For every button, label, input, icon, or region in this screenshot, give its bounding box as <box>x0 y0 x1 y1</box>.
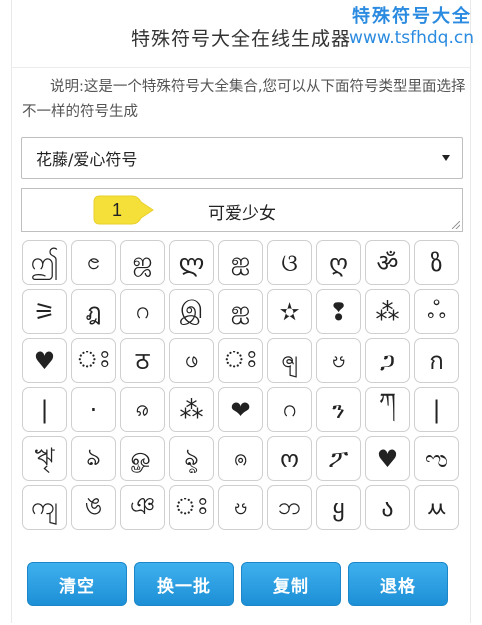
symbol-cell[interactable]: ❤ <box>218 387 263 432</box>
symbol-cell[interactable]: ፖ <box>316 436 361 481</box>
output-textarea[interactable]: 可爱少女 <box>21 188 463 232</box>
action-buttons: 清空 换一批 复制 退格 <box>27 562 448 606</box>
symbol-cell[interactable]: ঃ <box>169 485 214 530</box>
symbol-cell[interactable]: ღ <box>316 240 361 285</box>
symbol-cell[interactable]: ၛ <box>267 338 312 383</box>
symbol-cell[interactable]: ฎ <box>71 289 116 334</box>
copy-button[interactable]: 复制 <box>241 562 341 606</box>
symbol-cell[interactable]: ဂ <box>120 289 165 334</box>
symbol-type-select[interactable]: 花藤/爱心符号 <box>21 137 463 179</box>
symbol-cell[interactable]: ლ <box>169 240 214 285</box>
symbol-cell[interactable]: ஐ <box>218 240 263 285</box>
symbol-cell[interactable]: ㅆ <box>414 485 459 530</box>
symbol-cell[interactable]: ო <box>267 436 312 481</box>
symbol-cell[interactable]: ၷ <box>120 387 165 432</box>
symbol-type-selected: 花藤/爱心符号 <box>36 150 138 169</box>
symbol-cell[interactable]: இ <box>169 289 214 334</box>
step-callout: 1 <box>92 192 154 228</box>
symbol-cell[interactable]: ก <box>414 338 459 383</box>
symbol-cell[interactable]: ა <box>365 485 410 530</box>
symbol-cell[interactable]: ৡ <box>169 436 214 481</box>
symbol-cell[interactable]: ঌ <box>71 436 116 481</box>
backspace-button[interactable]: 退格 <box>348 562 448 606</box>
clear-button[interactable]: 清空 <box>27 562 127 606</box>
symbol-cell[interactable]: ♥ <box>365 436 410 481</box>
symbol-cell[interactable]: ზ <box>414 240 459 285</box>
symbol-cell[interactable]: ၐ <box>218 436 263 481</box>
symbol-cell[interactable]: ကျ <box>22 485 67 530</box>
symbol-cell[interactable]: ಌ <box>414 436 459 481</box>
symbol-cell[interactable]: ཀ <box>365 387 410 432</box>
symbol-cell[interactable]: ⚞ <box>22 289 67 334</box>
symbol-cell[interactable]: ঃ <box>71 338 116 383</box>
refresh-batch-button[interactable]: 换一批 <box>134 562 234 606</box>
symbol-cell[interactable]: ஃ <box>414 289 459 334</box>
symbol-cell[interactable]: ဖ <box>169 338 214 383</box>
symbol-cell[interactable]: ঙ <box>71 485 116 530</box>
symbol-cell[interactable]: ஐ <box>218 289 263 334</box>
watermark-site-url: www.tsfhdq.cn <box>349 28 474 48</box>
symbol-cell[interactable]: ௐ <box>120 436 165 481</box>
symbol-cell[interactable]: · <box>71 387 116 432</box>
dropdown-caret-icon <box>442 155 450 161</box>
symbol-cell[interactable]: ⁂ <box>365 289 410 334</box>
symbol-cell[interactable]: ၔ <box>71 240 116 285</box>
symbol-cell[interactable]: ဤ <box>22 240 67 285</box>
symbol-cell[interactable]: ၓ <box>218 485 263 530</box>
resize-grip-icon[interactable] <box>452 221 460 229</box>
output-text: 可爱少女 <box>208 204 276 224</box>
symbol-cell[interactable]: ঃ <box>218 338 263 383</box>
symbol-cell[interactable]: ⁂ <box>169 387 214 432</box>
symbol-grid: ဤၔ ஜ ლ ஐ ଓ ღ ॐ ზ ⚞ ฎဂ இ ஐ ✫ ❢ ⁂ ஃ ♥ঃ ठ ဖঃ ၛၓ ጋ ก | · ၷ ⁂ ❤ ဂ ን ཀ | ৠ ঌ ௐ ৡ… <box>22 240 459 530</box>
symbol-cell[interactable]: ॐ <box>365 240 410 285</box>
symbol-cell[interactable]: ን <box>316 387 361 432</box>
symbol-cell[interactable]: ৠ <box>22 436 67 481</box>
symbol-cell[interactable]: ၓ <box>316 338 361 383</box>
title-divider <box>11 67 471 68</box>
symbol-cell[interactable]: ყ <box>316 485 361 530</box>
symbol-cell[interactable]: ❢ <box>316 289 361 334</box>
symbol-cell[interactable]: ठ <box>120 338 165 383</box>
symbol-cell[interactable]: ✫ <box>267 289 312 334</box>
description-text: 说明:这是一个特殊符号大全集合,您可以从下面符号类型里面选择不一样的符号生成 <box>22 79 466 120</box>
symbol-cell[interactable]: ঞ <box>120 485 165 530</box>
symbol-cell[interactable]: ଓ <box>267 240 312 285</box>
symbol-cell[interactable]: ♥ <box>22 338 67 383</box>
symbol-cell[interactable]: | <box>22 387 67 432</box>
watermark-site-name: 特殊符号大全 <box>352 6 472 27</box>
callout-number: 1 <box>111 200 122 220</box>
symbol-cell[interactable]: | <box>414 387 459 432</box>
symbol-cell[interactable]: ဘ <box>267 485 312 530</box>
symbol-cell[interactable]: ဂ <box>267 387 312 432</box>
symbol-cell[interactable]: ஜ <box>120 240 165 285</box>
